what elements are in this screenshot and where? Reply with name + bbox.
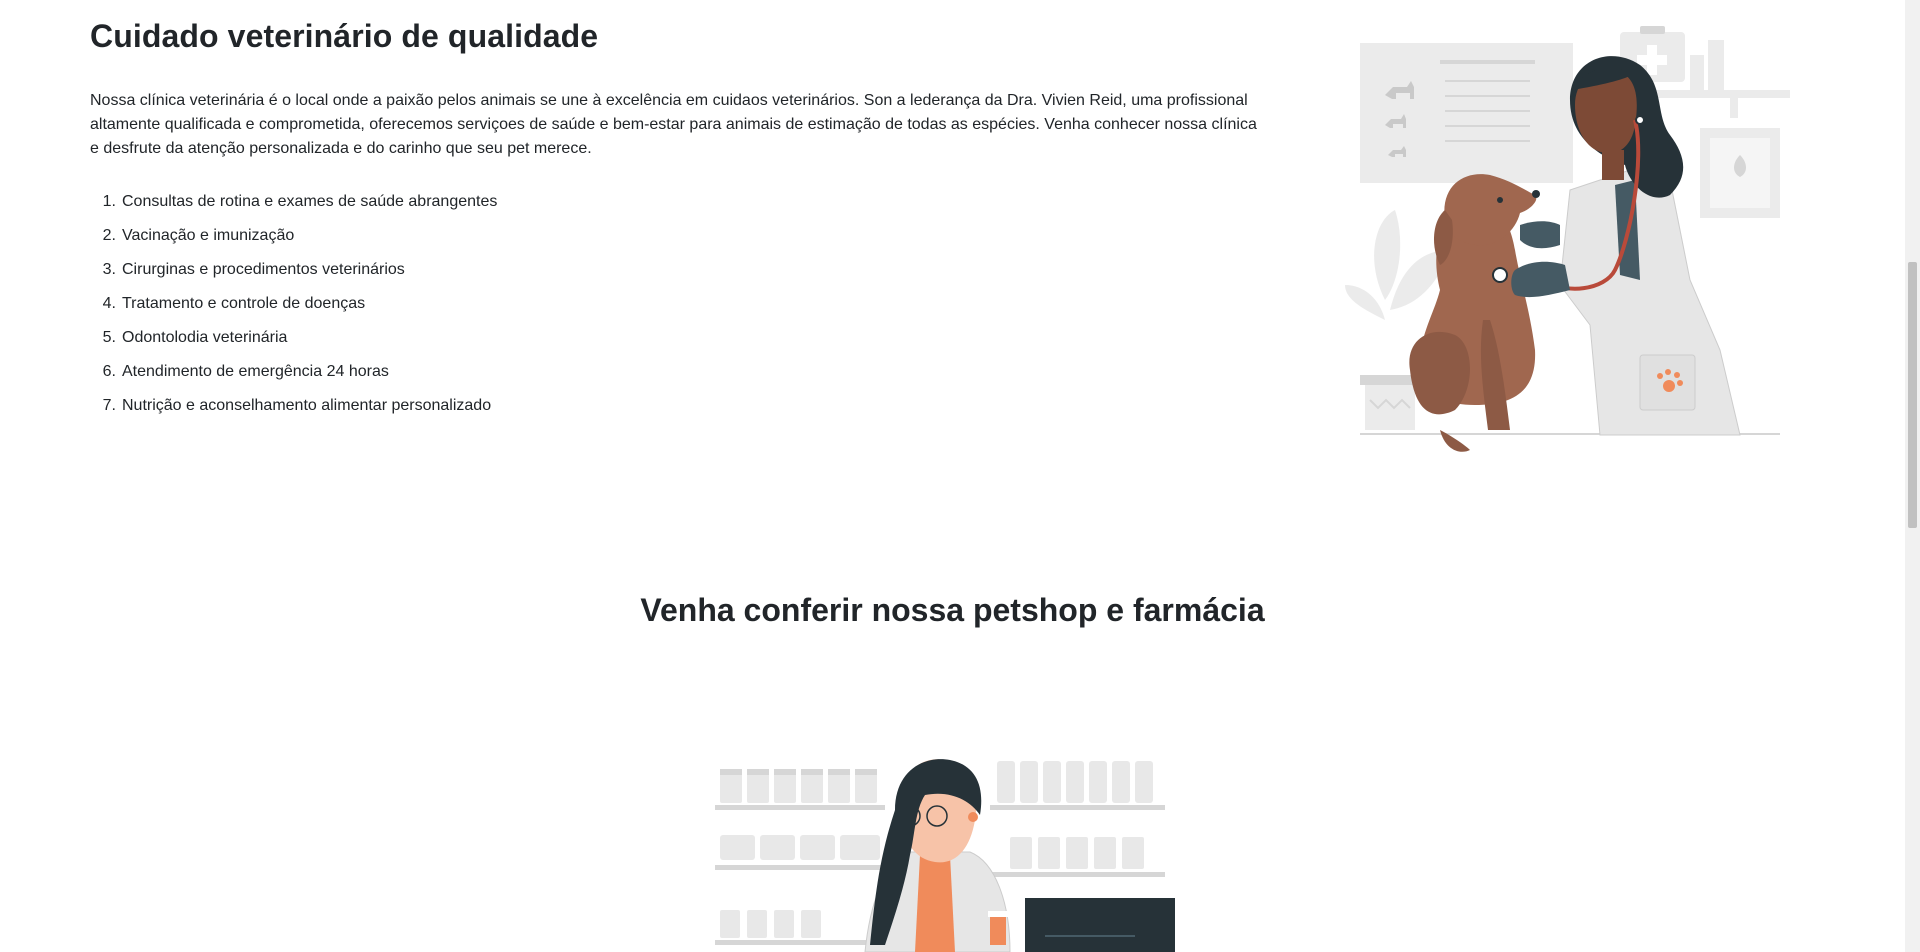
service-item: 2. Vacinação e imunização bbox=[90, 224, 497, 258]
vet-doctor-with-dog-illustration bbox=[1345, 26, 1790, 452]
service-label: Consultas de rotina e exames de saúde ab… bbox=[122, 193, 498, 210]
service-label: Odontolodia veterinária bbox=[122, 329, 288, 346]
page-scrollbar[interactable] bbox=[1905, 0, 1920, 952]
scrollbar-thumb[interactable] bbox=[1908, 262, 1917, 528]
service-item: 6. Atendimento de emergência 24 horas bbox=[90, 360, 497, 394]
services-list: 1. Consultas de rotina e exames de saúde … bbox=[90, 190, 498, 428]
service-label: Vacinação e imunização bbox=[122, 227, 295, 244]
vet-section-title: Cuidado veterinário de qualidade bbox=[90, 18, 599, 54]
service-label: Tratamento e controle de doenças bbox=[122, 295, 366, 312]
service-item: 7. Nutrição e aconselhamento alimentar pe… bbox=[90, 394, 497, 428]
service-item: 5. Odontolodia veterinária bbox=[90, 326, 497, 360]
service-label: Cirurginas e procedimentos veterinários bbox=[122, 261, 405, 278]
service-item: 3. Cirurginas e procedimentos veterinário… bbox=[90, 258, 497, 292]
service-item: 1. Consultas de rotina e exames de saúde … bbox=[90, 190, 498, 224]
pharmacist-illustration bbox=[715, 759, 1175, 952]
page: Cuidado veterinário de qualidade Nossa c… bbox=[0, 0, 1905, 952]
vet-section-description: Nossa clínica veterinária é o local onde… bbox=[90, 92, 1257, 157]
petshop-section-title: Venha conferir nossa petshop e farmácia bbox=[640, 592, 1265, 628]
service-label: Nutrição e aconselhamento alimentar pers… bbox=[122, 397, 492, 414]
service-item: 4. Tratamento e controle de doenças bbox=[90, 292, 497, 326]
service-label: Atendimento de emergência 24 horas bbox=[122, 363, 389, 380]
